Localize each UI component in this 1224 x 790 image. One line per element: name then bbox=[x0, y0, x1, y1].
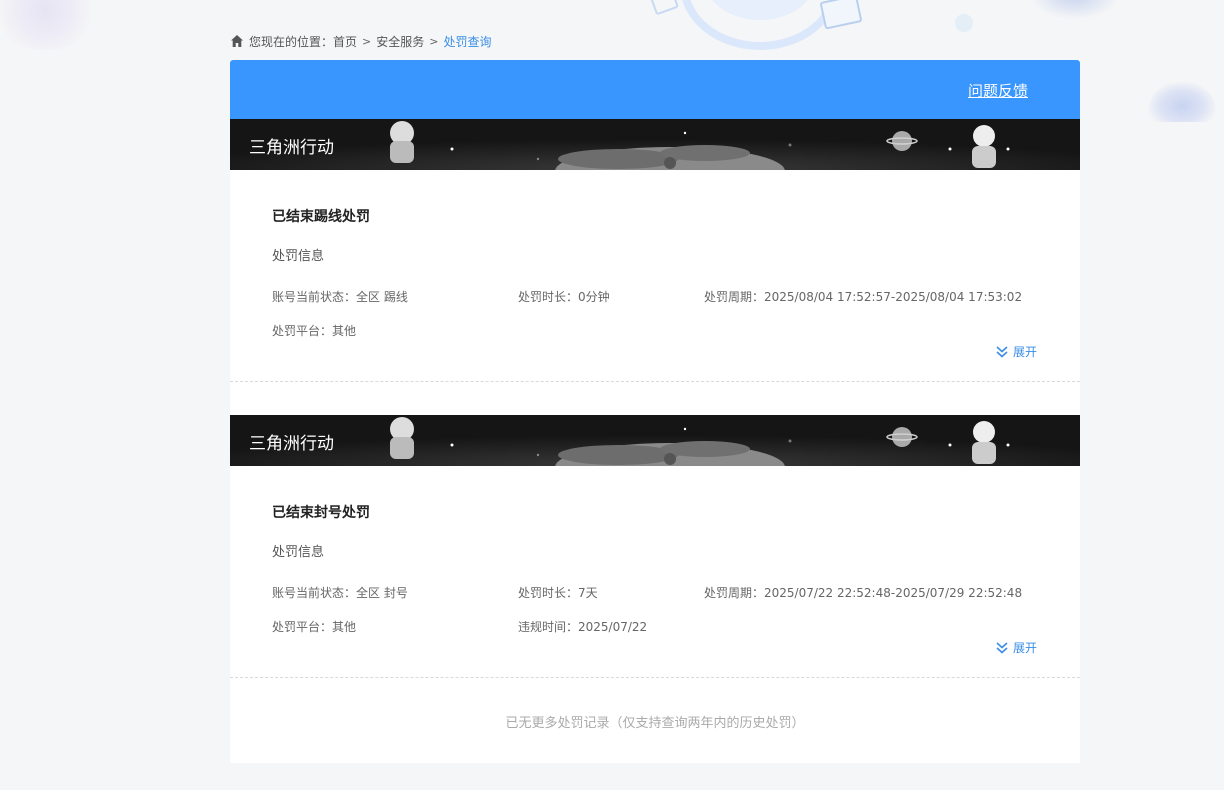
penalty-info-label: 处罚信息 bbox=[272, 545, 325, 560]
game-banner: 三角洲行动 bbox=[230, 415, 1080, 466]
violation-time: 违规时间：2025/07/22 bbox=[518, 620, 648, 634]
penalty-platform: 处罚平台：其他 bbox=[272, 620, 357, 634]
expand-label: 展开 bbox=[1013, 345, 1038, 359]
penalty-platform: 处罚平台：其他 bbox=[272, 324, 357, 338]
game-title: 三角洲行动 bbox=[249, 138, 334, 158]
penalty-duration: 处罚时长：7天 bbox=[518, 586, 598, 600]
home-icon bbox=[230, 34, 244, 48]
double-chevron-down-icon bbox=[996, 345, 1008, 358]
penalty-record: 三角洲行动 已结束踢线处罚 处罚信息 账号当前状态：全区 踢线 处罚时长：0分钟… bbox=[230, 119, 1080, 441]
banner-artwork bbox=[230, 119, 1080, 170]
background-decoration bbox=[955, 14, 973, 32]
background-decoration bbox=[819, 0, 863, 30]
panel-header: 问题反馈 bbox=[230, 60, 1080, 119]
breadcrumb-link-security[interactable]: 安全服务 bbox=[376, 33, 424, 50]
breadcrumb-prefix: 您现在的位置： bbox=[249, 34, 334, 49]
background-decoration bbox=[1148, 82, 1216, 122]
game-banner: 三角洲行动 bbox=[230, 119, 1080, 170]
no-more-records-note: 已无更多处罚记录（仅支持查询两年内的历史处罚） bbox=[505, 716, 805, 731]
game-title: 三角洲行动 bbox=[249, 434, 334, 454]
account-state: 账号当前状态：全区 踢线 bbox=[272, 290, 408, 304]
expand-button[interactable]: 展开 bbox=[995, 343, 1037, 360]
penalty-status-title: 已结束封号处罚 bbox=[272, 505, 370, 521]
account-state: 账号当前状态：全区 封号 bbox=[272, 586, 408, 600]
breadcrumb-separator: > bbox=[429, 34, 439, 48]
breadcrumb-separator: > bbox=[362, 34, 372, 48]
breadcrumb-link-home[interactable]: 首页 bbox=[333, 33, 357, 50]
penalty-period: 处罚周期：2025/08/04 17:52:57-2025/08/04 17:5… bbox=[704, 290, 1023, 304]
background-decoration bbox=[1030, 0, 1120, 20]
feedback-link[interactable]: 问题反馈 bbox=[968, 80, 1028, 101]
penalty-panel: 问题反馈 三角洲行动 已结束踢线处罚 处罚信息 账号当前状态：全区 踢线 处罚时… bbox=[230, 60, 1080, 763]
banner-artwork bbox=[230, 415, 1080, 466]
penalty-record: 三角洲行动 已结束封号处罚 处罚信息 账号当前状态：全区 封号 处罚时长：7天 … bbox=[230, 415, 1080, 715]
penalty-period: 处罚周期：2025/07/22 22:52:48-2025/07/29 22:5… bbox=[704, 586, 1023, 600]
record-divider bbox=[230, 677, 1080, 678]
record-divider bbox=[230, 381, 1080, 382]
breadcrumb-current: 处罚查询 bbox=[443, 34, 492, 49]
breadcrumb: 您现在的位置： 首页 > 安全服务 > 处罚查询 bbox=[230, 32, 492, 50]
expand-label: 展开 bbox=[1013, 641, 1038, 655]
double-chevron-down-icon bbox=[996, 641, 1008, 654]
penalty-status-title: 已结束踢线处罚 bbox=[272, 209, 370, 225]
penalty-duration: 处罚时长：0分钟 bbox=[518, 290, 610, 304]
expand-button[interactable]: 展开 bbox=[995, 639, 1037, 656]
penalty-info-label: 处罚信息 bbox=[272, 249, 325, 264]
background-decoration bbox=[0, 0, 100, 50]
background-decoration bbox=[648, 0, 680, 16]
